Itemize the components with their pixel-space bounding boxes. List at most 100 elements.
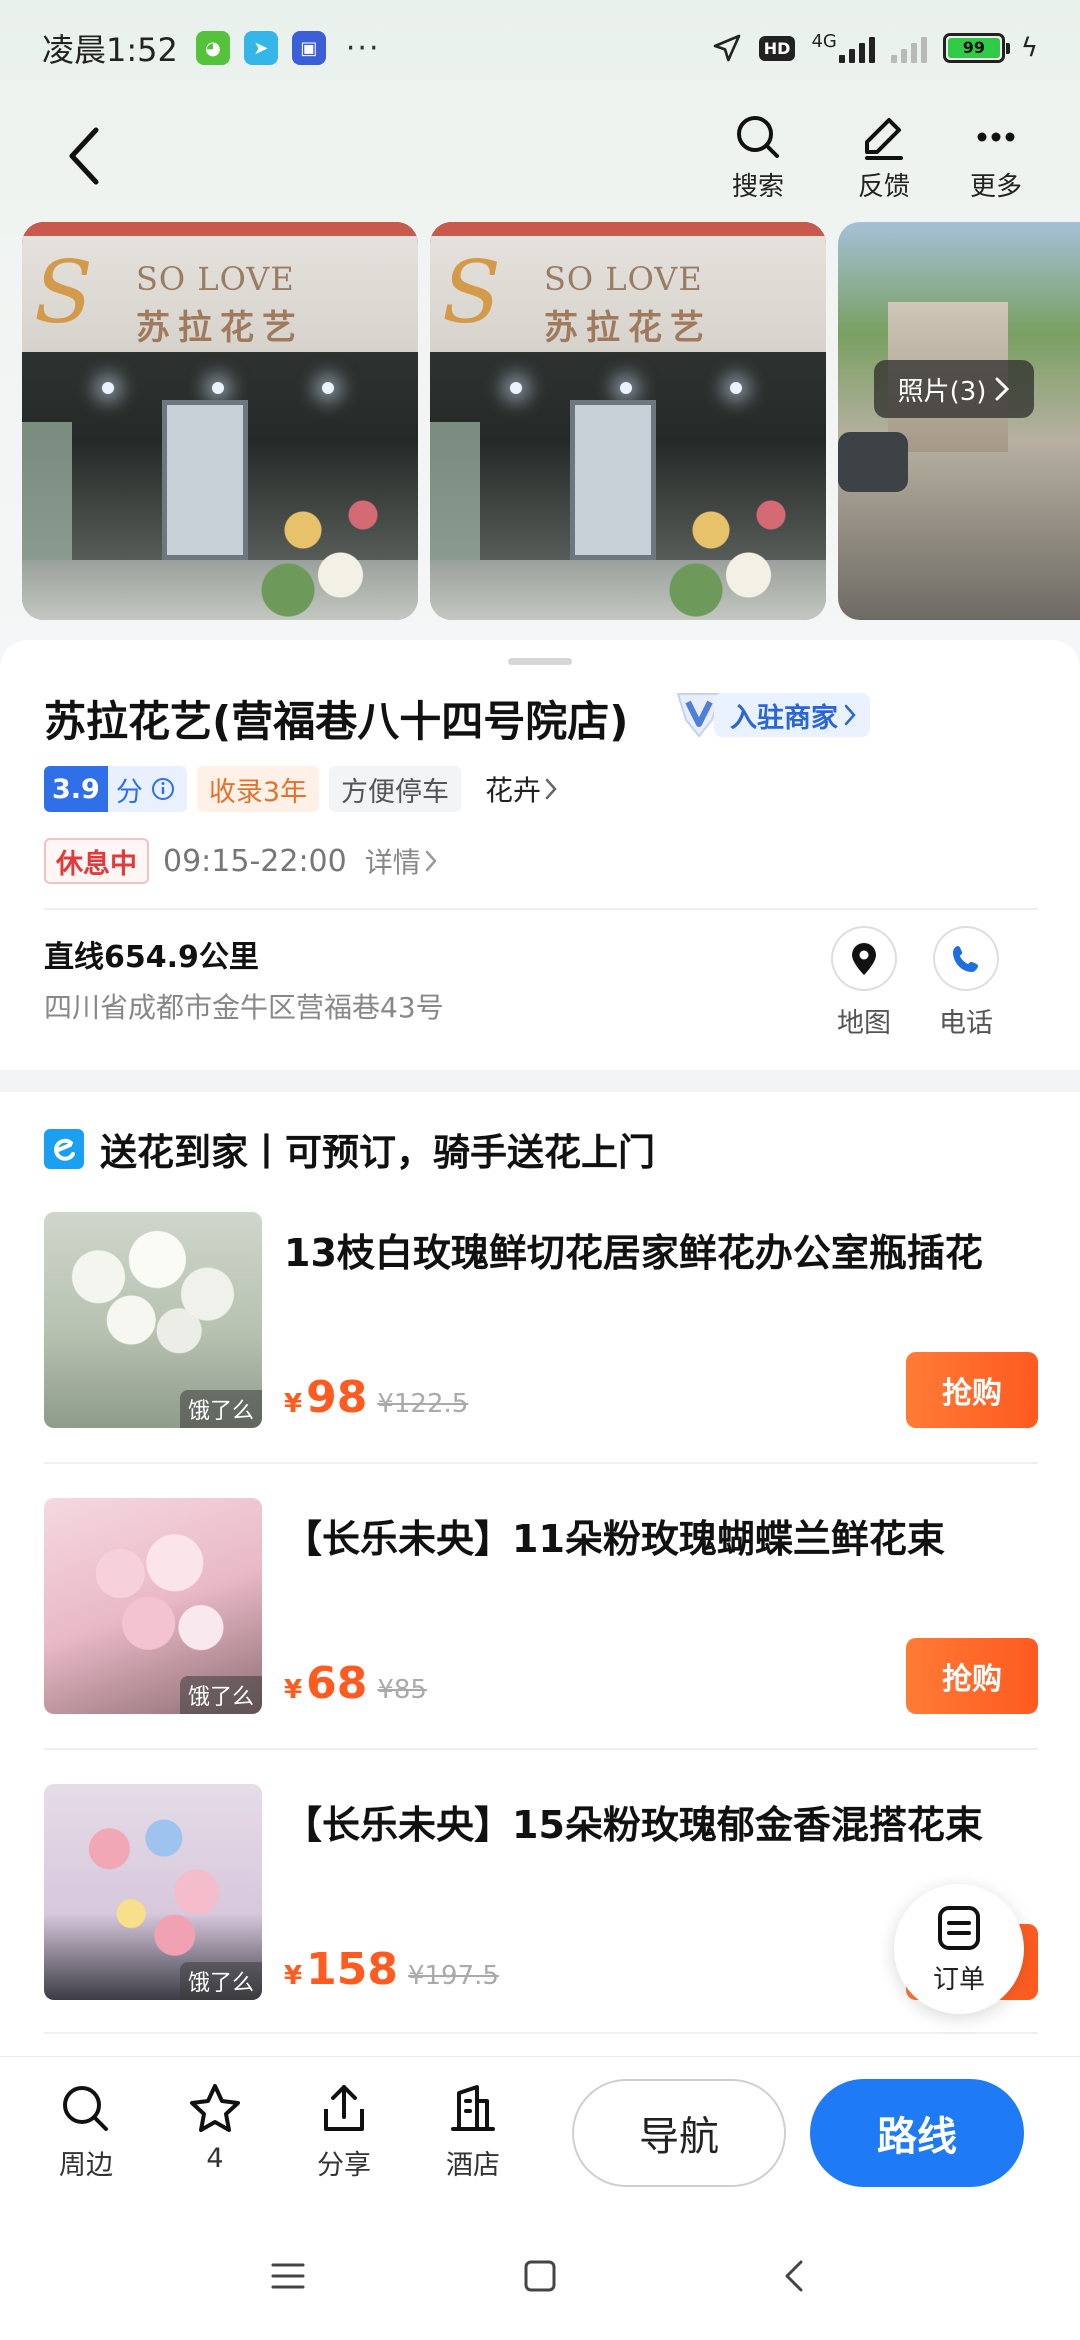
shop-tags: 3.9 分 收录3年 方便停车 花卉 [44,766,569,812]
back-triangle-icon [785,2260,803,2292]
home-button[interactable] [510,2246,570,2306]
search-icon [63,2086,108,2131]
shop-photo-2[interactable]: S SO LOVE 苏拉花艺 [430,222,826,620]
ceiling-lights [62,382,382,394]
flower-display [666,470,816,620]
street-car [838,432,908,492]
brand-logo: S [34,243,93,343]
hours-text: 09:15-22:00 [163,843,347,879]
divider [44,908,1038,910]
detail-label: 详情 [364,846,421,879]
chevron-right-icon [844,704,856,726]
hotel-button[interactable]: 酒店 [423,2081,523,2191]
nearby-button[interactable]: 周边 [36,2081,136,2191]
rating-score: 3.9 [44,766,108,812]
brand-name-en: SO LOVE [136,260,295,298]
category-link[interactable]: 花卉 [471,766,569,812]
info-sheet: 苏拉花艺(营福巷八十四号院店) 入驻商家 3.9 分 收录3年 方便停车 花卉 … [0,640,1080,1070]
system-back-button[interactable] [764,2246,824,2306]
favorite-count: 4 [206,2143,224,2174]
phone-icon [953,945,978,972]
system-nav-bar [0,2212,1080,2340]
back-button[interactable] [56,120,112,192]
rating-badge[interactable]: 3.9 分 [44,766,187,812]
map-label: 地图 [837,1008,891,1039]
hotel-building-icon [451,2085,495,2131]
street-photo[interactable] [838,222,1080,620]
merchant-badge[interactable]: 入驻商家 [672,690,870,740]
chevron-right-icon [995,377,1010,401]
menu-lines-icon [271,2263,305,2289]
more-dots-icon [977,132,1015,142]
order-fab-button[interactable]: 订单 [894,1884,1024,2014]
product-card[interactable]: 饿了么 13枝白玫瑰鲜切花居家鲜花办公室瓶插花 ¥ 98 ¥122.5 抢购 [44,1212,1038,1432]
eleme-icon [44,1129,84,1169]
original-price: ¥122.5 [377,1389,469,1419]
more-button[interactable]: 更多 [946,112,1046,208]
shop-title: 苏拉花艺(营福巷八十四号院店) [44,697,629,746]
share-icon [324,2085,364,2131]
telegram-icon: ➤ [243,31,278,65]
photo-carousel[interactable]: S SO LOVE 苏拉花艺 S SO LOVE 苏拉花艺 [0,222,1080,620]
divider [44,2032,1038,2034]
current-price: 158 [306,1944,398,1995]
signal-icon [838,33,875,63]
more-label: 更多 [969,172,1022,202]
product-image: 饿了么 [44,1498,262,1714]
rating-unit: 分 [115,776,143,808]
product-card[interactable]: 饿了么 【长乐未央】15朵粉玫瑰郁金香混搭花束 ¥ 158 ¥197.5 抢购 [44,1784,1038,2004]
navigate-button[interactable]: 导航 [572,2079,786,2187]
chevron-right-icon [545,778,557,800]
location-arrow-icon [713,34,741,62]
status-closed-badge: 休息中 [44,838,149,884]
product-card[interactable]: 饿了么 【长乐未央】11朵粉玫瑰蝴蝶兰鲜花束 ¥ 68 ¥85 抢购 [44,1498,1038,1718]
product-price: ¥ 98 ¥122.5 [284,1372,468,1423]
product-price: ¥ 68 ¥85 [284,1658,427,1709]
original-price: ¥85 [377,1675,427,1705]
info-icon [151,778,174,800]
feedback-label: 反馈 [857,172,910,202]
product-price: ¥ 158 ¥197.5 [284,1944,499,1995]
current-price: 68 [306,1658,368,1709]
brand-name-cn: 苏拉花艺 [136,308,304,348]
buy-button[interactable]: 抢购 [906,1352,1038,1428]
product-image: 饿了么 [44,1784,262,2000]
battery-level: 99 [947,38,1000,58]
menu-button[interactable] [258,2246,318,2306]
flower-fridge [162,400,248,560]
chevron-right-icon [425,850,437,872]
feedback-button[interactable]: 反馈 [834,112,934,208]
edit-pen-icon [865,118,903,160]
product-name: 【长乐未央】11朵粉玫瑰蝴蝶兰鲜花束 [284,1517,945,1561]
wechat-icon: ◕ [195,31,230,65]
share-button[interactable]: 分享 [294,2081,394,2191]
divider [44,1748,1038,1750]
product-name: 【长乐未央】15朵粉玫瑰郁金香混搭花束 [284,1803,983,1847]
flower-fridge [570,400,656,560]
network-type: 4G [811,31,837,52]
photo-count-button[interactable]: 照片(3) [874,360,1034,418]
route-button[interactable]: 路线 [810,2079,1024,2187]
shop-photo-1[interactable]: S SO LOVE 苏拉花艺 [22,222,418,620]
map-button[interactable]: 地图 [814,926,914,1040]
search-button[interactable]: 搜索 [708,112,808,208]
map-pin-icon [852,942,876,975]
divider [44,1462,1038,1464]
address-text[interactable]: 四川省成都市金牛区营福巷43号 [44,986,444,1026]
eleme-watermark: 饿了么 [179,1390,262,1428]
distance-text: 直线654.9公里 [44,940,259,975]
section-header: 送花到家丨可预订，骑手送花上门 [44,1122,655,1176]
hours-detail-link[interactable]: 详情 [365,841,437,881]
home-square-icon [524,2260,556,2292]
app-icon: ▣ [291,31,326,65]
sheet-drag-handle[interactable] [508,658,572,665]
currency-symbol: ¥ [284,1389,303,1419]
tag-parking: 方便停车 [329,766,462,812]
tag-listed-years: 收录3年 [196,766,320,812]
bolt-icon: ϟ [1020,33,1038,63]
phone-button[interactable]: 电话 [916,926,1016,1040]
eleme-watermark: 饿了么 [179,1962,262,2000]
buy-button[interactable]: 抢购 [906,1638,1038,1714]
favorite-button[interactable]: 4 [165,2081,265,2191]
status-more-dots: ··· [345,30,381,66]
